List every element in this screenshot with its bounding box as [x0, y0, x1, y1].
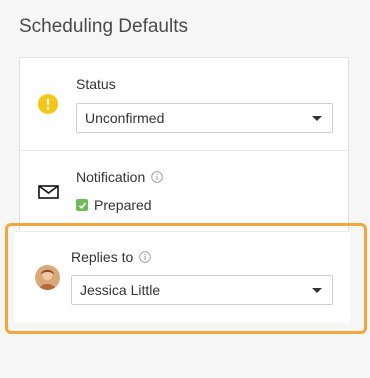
status-label-text: Status	[76, 76, 116, 92]
prepared-checkbox[interactable]: Prepared	[76, 197, 152, 213]
status-row: Status Unconfirmed	[20, 58, 348, 150]
status-select[interactable]: Unconfirmed	[76, 103, 333, 133]
status-select-value: Unconfirmed	[85, 110, 165, 126]
page-title: Scheduling Defaults	[19, 16, 188, 37]
status-label: Status	[76, 76, 116, 92]
envelope-icon	[38, 185, 59, 199]
prepared-label: Prepared	[94, 197, 152, 213]
alert-circle-icon	[38, 94, 58, 114]
highlight-frame	[5, 223, 367, 334]
checkbox-checked-icon	[76, 199, 88, 211]
chevron-down-icon	[312, 116, 322, 121]
info-icon[interactable]	[151, 171, 164, 183]
notification-label-text: Notification	[76, 169, 146, 185]
notification-label: Notification	[76, 169, 164, 185]
notification-row: Notification Prepared	[20, 150, 348, 230]
